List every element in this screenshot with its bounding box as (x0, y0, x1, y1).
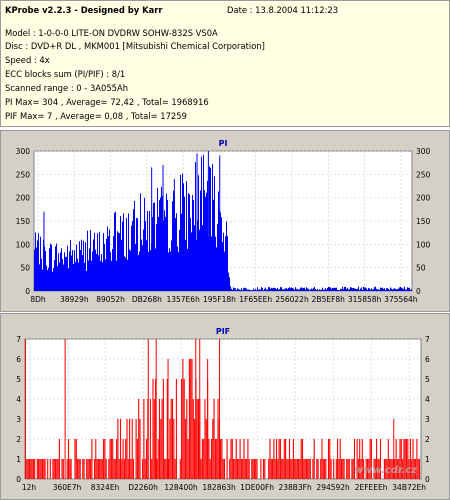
pi-y-tick-left: 150 (16, 217, 31, 226)
pif-x-tick: 128400h (164, 483, 198, 492)
pif-y-tick-left: 0 (16, 475, 21, 484)
pi-x-tick: 89052h (96, 295, 125, 304)
pif-y-tick-right: 5 (425, 375, 430, 384)
pif-x-tick: 12h (22, 483, 37, 492)
pi-x-tick: 315858h (348, 295, 382, 304)
pif-y-tick-right: 3 (425, 415, 430, 424)
pi-x-tick: 256022h (275, 295, 309, 304)
pif-x-tick: 2EFEEEh (355, 483, 388, 492)
pif-chart-title: PIF (216, 327, 230, 336)
pi-y-tick-left: 50 (20, 264, 30, 273)
ecc-line: ECC blocks sum (PI/PIF) : 8/1 (5, 69, 126, 79)
pif-y-tick-left: 7 (16, 335, 21, 344)
pif-y-tick-left: 3 (16, 415, 21, 424)
pif-x-tick: 182863h (202, 483, 236, 492)
pi-y-tick-left: 200 (16, 194, 31, 203)
pif-x-tick: 8324Eh (91, 483, 120, 492)
pif-y-tick-right: 2 (425, 435, 430, 444)
pi-y-tick-right: 200 (416, 194, 431, 203)
pif-y-tick-right: 7 (425, 335, 430, 344)
pi-x-tick: 1F65EEh (239, 295, 272, 304)
scan-info-panel: KProbe v2.2.3 - Designed by Karr Date : … (0, 0, 450, 127)
pi-chart-title: PI (219, 139, 228, 148)
pif-plot-area (24, 338, 422, 480)
pi-x-tick: 2B5EF8h (312, 295, 346, 304)
pif-x-tick: D2260h (128, 483, 158, 492)
watermark: www.cdr.cz (354, 465, 417, 476)
pif-y-tick-left: 2 (16, 435, 21, 444)
pi-y-tick-left: 300 (16, 147, 31, 156)
pi-x-tick: 195F18h (203, 295, 236, 304)
pif-y-tick-left: 1 (16, 455, 21, 464)
pi-y-tick-right: 250 (416, 170, 431, 179)
pif-x-tick: 294592h (316, 483, 350, 492)
pif-chart-panel: PIF 0 0 1 1 2 2 3 3 4 4 5 5 6 6 7 7 12h 360E7h 8324Eh D2260h… (0, 313, 450, 500)
pif-x-tick: 360E7h (53, 483, 82, 492)
pi-y-tick-right: 300 (416, 147, 431, 156)
pi-x-tick: 8Dh (30, 295, 46, 304)
pif-y-tick-right: 6 (425, 355, 430, 364)
model-line: Model : 1-0-0-0 LITE-ON DVDRW SOHW-832S … (5, 28, 218, 38)
scan-date: Date : 13.8.2004 11:12:23 (227, 5, 339, 15)
pi-stats-line: PI Max= 304 , Average= 72,42 , Total= 19… (5, 97, 209, 107)
pi-y-tick-right: 50 (416, 264, 426, 273)
pif-chart: PIF0 01 12 23 34 45 56 67 712h 360E7h 8324Eh D2260h… (16, 327, 430, 492)
pif-stats-line: PIF Max= 7 , Average= 0,08 , Total= 1725… (5, 111, 187, 121)
pif-y-tick-left: 6 (16, 355, 21, 364)
pi-y-tick-right: 150 (416, 217, 431, 226)
pi-x-tick: 38929h (60, 295, 89, 304)
pi-chart: PI0 050 50100 100150 150200 200250 250300 3008D… (16, 139, 431, 304)
pi-x-tick: 1357E6h (166, 295, 200, 304)
pi-y-tick-right: 100 (416, 240, 431, 249)
pi-x-tick: DB268h (132, 295, 162, 304)
range-line: Scanned range : 0 - 3A055Ah (5, 83, 129, 93)
pif-x-tick: 238B3Fh (278, 483, 312, 492)
pi-chart-panel: PI 0 0 50 50 100 100 150 150 200 200 250 250 300 300 8D… (0, 130, 450, 312)
pi-x-tick: 375564h (384, 295, 418, 304)
disc-line: Disc : DVD+R DL , MKM001 [Mitsubishi Che… (5, 41, 265, 51)
pi-y-tick-left: 250 (16, 170, 31, 179)
pif-y-tick-left: 5 (16, 375, 21, 384)
pif-y-tick-left: 4 (16, 395, 21, 404)
pif-x-tick: 34B72Eh (392, 483, 426, 492)
app-title: KProbe v2.2.3 - Designed by Karr (5, 5, 163, 15)
pif-y-tick-right: 4 (425, 395, 430, 404)
speed-line: Speed : 4x (5, 55, 50, 65)
pi-y-tick-left: 100 (16, 240, 31, 249)
pif-y-tick-right: 1 (425, 455, 430, 464)
pif-x-tick: 1DE00Fh (240, 483, 274, 492)
